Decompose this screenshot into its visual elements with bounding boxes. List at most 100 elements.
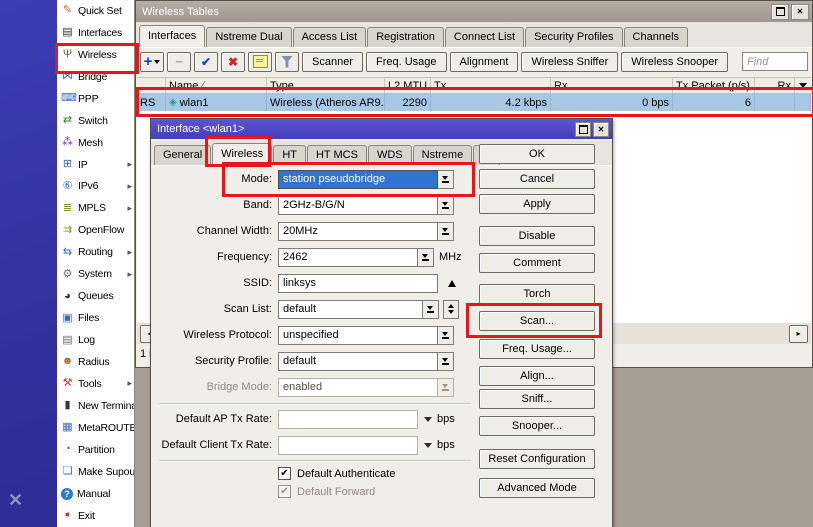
sidebar-item-quick-set[interactable]: ✎ Quick Set xyxy=(57,0,134,22)
apply-button[interactable]: Apply xyxy=(479,194,595,214)
scroll-right-button[interactable]: ▸ xyxy=(789,324,808,343)
wireless-snooper-button[interactable]: Wireless Snooper xyxy=(621,51,729,72)
alignment-button[interactable]: Alignment xyxy=(449,51,519,72)
col-header-tx-packet[interactable]: Tx Packet (p/s) xyxy=(673,78,755,93)
col-header-rx[interactable]: Rx xyxy=(551,78,673,93)
freq-usage-button[interactable]: Freq. Usage xyxy=(365,51,447,72)
band-select[interactable]: 2GHz-B/G/N xyxy=(278,195,438,215)
tab-registration[interactable]: Registration xyxy=(367,27,444,47)
sidebar-item-manual[interactable]: ? Manual xyxy=(57,483,134,505)
window-titlebar[interactable]: Wireless Tables ✕ xyxy=(136,1,812,22)
tab-access-list[interactable]: Access List xyxy=(292,27,367,47)
scan-list-dropdown-button[interactable] xyxy=(423,299,439,319)
arrow-down-icon[interactable] xyxy=(424,416,432,422)
dialog-maximize-button[interactable] xyxy=(575,121,591,137)
sidebar-item-ppp[interactable]: ⌨ PPP xyxy=(57,88,134,110)
sidebar-item-switch[interactable]: ⇄ Switch xyxy=(57,110,134,132)
channel-width-dropdown-button[interactable] xyxy=(438,221,454,241)
ok-button[interactable]: OK xyxy=(479,144,595,164)
add-button[interactable]: + xyxy=(140,51,164,72)
col-header-flags[interactable] xyxy=(137,78,166,93)
dialog-titlebar[interactable]: Interface <wlan1> ✕ xyxy=(151,119,612,139)
close-button[interactable]: ✕ xyxy=(791,3,809,20)
comment-button[interactable]: Comment xyxy=(479,253,595,273)
tab-connect-list[interactable]: Connect List xyxy=(444,27,525,47)
tab-nstreme-dual[interactable]: Nstreme Dual xyxy=(206,27,292,47)
col-header-rx2[interactable]: Rx xyxy=(755,78,795,93)
disable-button[interactable]: Disable xyxy=(479,226,595,246)
scan-list-spinner[interactable] xyxy=(443,299,459,319)
sidebar-item-queues[interactable]: ◕ Queues xyxy=(57,285,134,307)
col-header-name[interactable]: Name ∕ xyxy=(166,78,267,93)
mode-dropdown-button[interactable] xyxy=(438,169,454,189)
sidebar-item-radius[interactable]: ☻ Radius xyxy=(57,351,134,373)
wireless-protocol-select[interactable]: unspecified xyxy=(278,325,438,345)
sidebar-item-bridge[interactable]: ⋈ Bridge xyxy=(57,66,134,88)
scan-button[interactable]: Scan... xyxy=(479,311,595,331)
col-header-type[interactable]: Type xyxy=(267,78,385,93)
sidebar-item-openflow[interactable]: ⇉ OpenFlow xyxy=(57,219,134,241)
tab-ht-mcs[interactable]: HT MCS xyxy=(306,145,367,165)
sidebar-item-make-supout[interactable]: ❏Make Supout.rif xyxy=(57,461,134,483)
col-header-l2mtu[interactable]: L2 MTU xyxy=(385,78,431,93)
wireless-protocol-dropdown-button[interactable] xyxy=(438,325,454,345)
wireless-sniffer-button[interactable]: Wireless Sniffer xyxy=(521,51,619,72)
filter-button[interactable] xyxy=(275,51,299,72)
advanced-mode-button[interactable]: Advanced Mode xyxy=(479,478,595,498)
sidebar-item-routing[interactable]: ⇆ Routing ▸ xyxy=(57,241,134,263)
mode-select[interactable]: station pseudobridge xyxy=(278,169,438,189)
torch-button[interactable]: Torch xyxy=(479,284,595,304)
sort-ascending-icon: ∕ xyxy=(202,80,205,91)
sidebar-item-mpls[interactable]: ≣ MPLS ▸ xyxy=(57,197,134,219)
frequency-dropdown-button[interactable] xyxy=(418,247,434,267)
maximize-button[interactable] xyxy=(771,3,789,20)
channel-width-select[interactable]: 20MHz xyxy=(278,221,438,241)
sidebar-item-metarouter[interactable]: ▦MetaROUTER xyxy=(57,417,134,439)
arrow-down-icon[interactable] xyxy=(424,442,432,448)
column-chooser-button[interactable] xyxy=(795,78,811,93)
col-header-tx[interactable]: Tx xyxy=(431,78,551,93)
sidebar-item-exit[interactable]: ➧ Exit xyxy=(57,505,134,527)
sidebar-item-mesh[interactable]: ⁂ Mesh xyxy=(57,132,134,154)
band-dropdown-button[interactable] xyxy=(438,195,454,215)
ssid-input[interactable]: linksys xyxy=(278,273,438,293)
tab-general[interactable]: General xyxy=(154,145,212,165)
sidebar-item-files[interactable]: ▣ Files xyxy=(57,307,134,329)
sidebar-item-system[interactable]: ⚙ System ▸ xyxy=(57,263,134,285)
sidebar-item-tools[interactable]: ⚒ Tools ▸ xyxy=(57,373,134,395)
tab-interfaces[interactable]: Interfaces xyxy=(139,25,206,47)
tab-ht[interactable]: HT xyxy=(273,145,306,165)
sidebar-item-partition[interactable]: ◔ Partition xyxy=(57,439,134,461)
tab-security-profiles[interactable]: Security Profiles xyxy=(525,27,623,47)
enable-button[interactable]: ✔ xyxy=(194,51,218,72)
security-profile-dropdown-button[interactable] xyxy=(438,351,454,371)
find-input[interactable] xyxy=(742,52,808,71)
snooper-button[interactable]: Snooper... xyxy=(479,416,595,436)
sniff-button[interactable]: Sniff... xyxy=(479,389,595,409)
default-authenticate-checkbox[interactable]: ✔ xyxy=(278,467,291,480)
comment-button[interactable] xyxy=(248,51,272,72)
security-profile-select[interactable]: default xyxy=(278,351,438,371)
sidebar-item-wireless[interactable]: Ψ Wireless xyxy=(57,44,134,66)
reset-configuration-button[interactable]: Reset Configuration xyxy=(479,449,595,469)
sidebar-item-ipv6[interactable]: ⑥ IPv6 ▸ xyxy=(57,176,134,198)
frequency-input[interactable]: 2462 xyxy=(278,247,418,267)
collapse-up-icon[interactable] xyxy=(448,279,456,287)
tab-wireless[interactable]: Wireless xyxy=(212,143,273,165)
dialog-close-button[interactable]: ✕ xyxy=(593,121,609,137)
tab-wds[interactable]: WDS xyxy=(367,145,412,165)
tab-nstreme[interactable]: Nstreme xyxy=(412,145,473,165)
table-row-wlan1[interactable]: RS ◈ wlan1 Wireless (Atheros AR9... 2290 … xyxy=(137,94,811,111)
scan-list-input[interactable]: default xyxy=(278,299,423,319)
sidebar-item-interfaces[interactable]: ▤ Interfaces xyxy=(57,22,134,44)
sidebar-item-ip[interactable]: ⊞ IP ▸ xyxy=(57,154,134,176)
align-button[interactable]: Align... xyxy=(479,366,595,386)
disable-button[interactable]: ✖ xyxy=(221,51,245,72)
remove-button[interactable]: − xyxy=(167,51,191,72)
scanner-button[interactable]: Scanner xyxy=(302,51,363,72)
sidebar-item-log[interactable]: ▤ Log xyxy=(57,329,134,351)
tab-channels[interactable]: Channels xyxy=(623,27,689,47)
freq-usage-button[interactable]: Freq. Usage... xyxy=(479,339,595,359)
sidebar-item-new-terminal[interactable]: ▮ New Terminal xyxy=(57,395,134,417)
cancel-button[interactable]: Cancel xyxy=(479,169,595,189)
